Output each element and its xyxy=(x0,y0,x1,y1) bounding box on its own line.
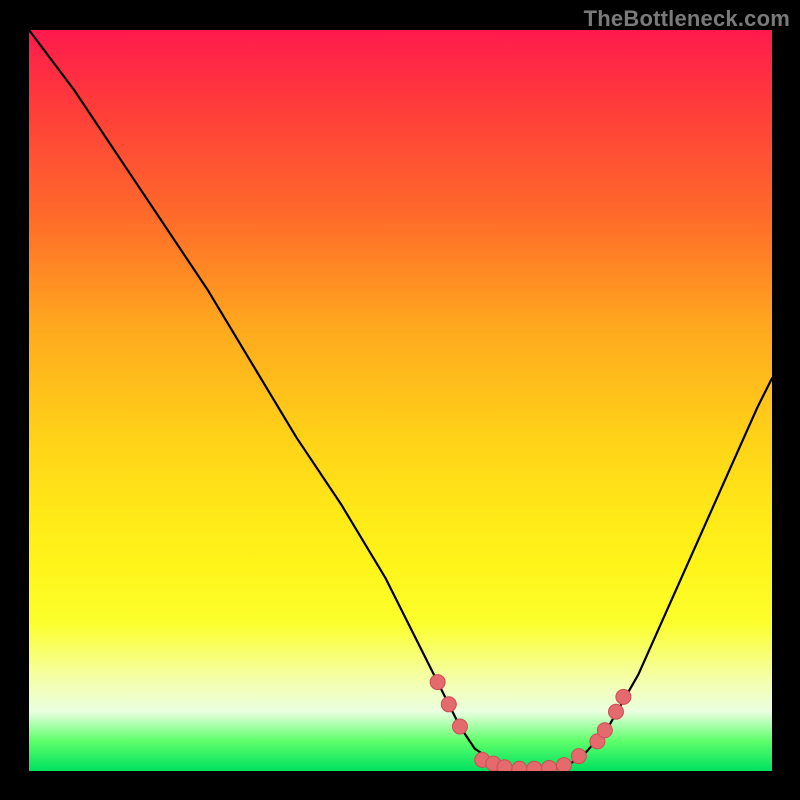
data-point xyxy=(441,697,456,712)
data-point xyxy=(512,761,527,771)
data-point xyxy=(616,689,631,704)
data-point xyxy=(430,675,445,690)
curve-data-points xyxy=(430,675,631,771)
data-point xyxy=(542,761,557,771)
data-point xyxy=(608,704,623,719)
data-point xyxy=(571,749,586,764)
plot-area xyxy=(29,30,772,771)
plot-overlay xyxy=(29,30,772,771)
chart-frame: TheBottleneck.com xyxy=(0,0,800,800)
data-point xyxy=(597,723,612,738)
watermark-text: TheBottleneck.com xyxy=(584,6,790,32)
data-point xyxy=(452,719,467,734)
data-point xyxy=(556,758,571,771)
data-point xyxy=(497,760,512,771)
data-point xyxy=(527,761,542,771)
bottleneck-curve xyxy=(29,30,772,771)
